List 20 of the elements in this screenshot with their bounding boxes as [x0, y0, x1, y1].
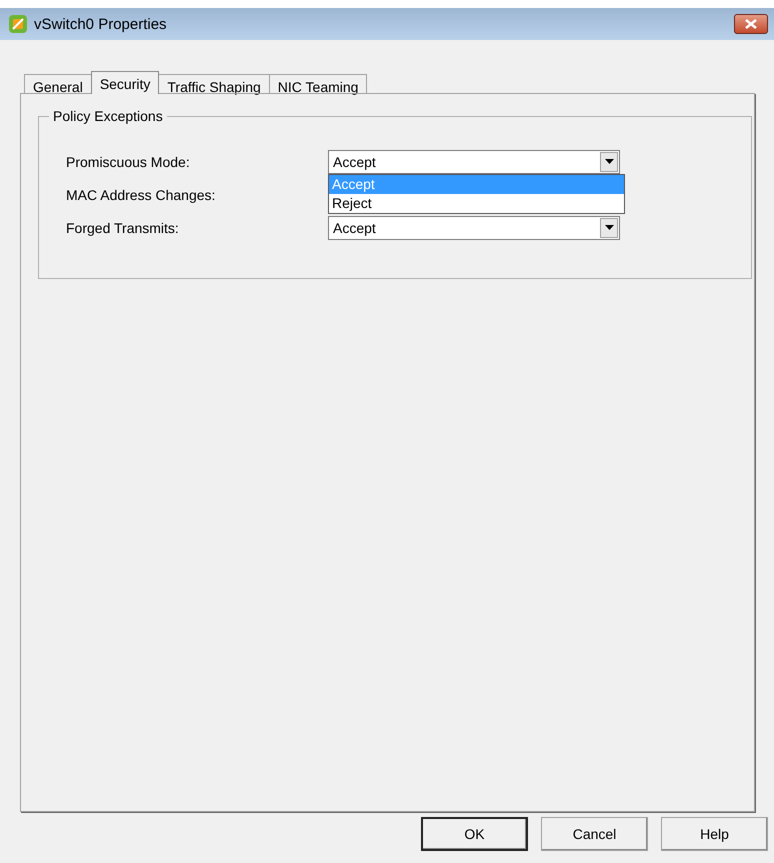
caret-icon	[604, 159, 614, 164]
close-button[interactable]	[734, 14, 768, 34]
dialog-button[interactable]: Help	[661, 817, 768, 851]
dialog-button[interactable]: Cancel	[541, 817, 648, 851]
caret-icon	[604, 225, 614, 230]
tab[interactable]: Traffic Shaping	[158, 74, 270, 93]
group-title: Policy Exceptions	[49, 108, 167, 124]
window-title: vSwitch0 Properties	[34, 16, 168, 32]
field-label: Forged Transmits:	[66, 220, 180, 236]
dropdown-option[interactable]: Reject	[329, 194, 624, 213]
dropdown[interactable]: Accept	[328, 216, 620, 240]
dropdown[interactable]: Accept	[328, 150, 620, 174]
field-label: MAC Address Changes:	[66, 186, 216, 202]
app-icon	[8, 14, 28, 34]
tab[interactable]: Security	[90, 71, 160, 94]
field-label: Promiscuous Mode:	[66, 154, 191, 170]
tab[interactable]: NIC Teaming	[268, 74, 368, 93]
close-icon	[745, 19, 757, 29]
tab[interactable]: General	[24, 74, 92, 93]
dialog-button[interactable]: OK	[421, 817, 528, 851]
